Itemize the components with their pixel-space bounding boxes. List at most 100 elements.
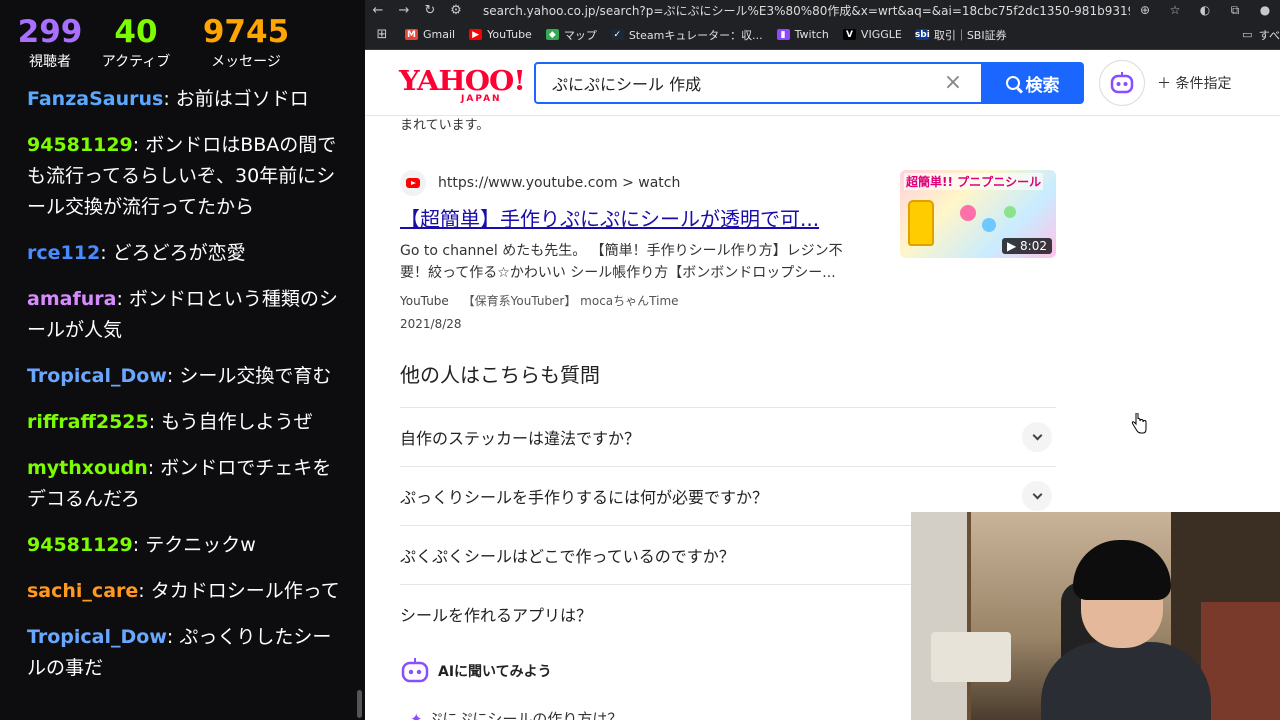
- chat-username[interactable]: 94581129: [27, 534, 133, 556]
- reload-icon[interactable]: ↻: [417, 3, 443, 18]
- active-count: 40: [114, 14, 158, 50]
- search-input[interactable]: [536, 64, 936, 102]
- result-source-name: YouTube: [400, 294, 449, 308]
- clear-icon[interactable]: ×: [938, 68, 968, 98]
- search-box: ×: [534, 62, 984, 104]
- viewers-label: 視聴者: [29, 54, 71, 70]
- chat-username[interactable]: amafura: [27, 288, 116, 310]
- yahoo-header: YAHOO! JAPAN × 検索 ＋ 条件指定: [365, 52, 1280, 116]
- profile-icon[interactable]: ●: [1250, 3, 1280, 17]
- stream-stats: 299 視聴者 40 アクティブ 9745 メッセージ: [0, 0, 365, 92]
- steam-icon: ✓: [610, 29, 624, 40]
- ai-assistant-button[interactable]: [1099, 60, 1145, 106]
- printer: [931, 632, 1011, 682]
- puzzle-icon[interactable]: ⧉: [1220, 3, 1250, 18]
- thumbnail-caption: 超簡単!! プニプニシール: [904, 173, 1044, 190]
- chat-username[interactable]: mythxoudn: [27, 457, 148, 479]
- url-text[interactable]: search.yahoo.co.jp/search?p=ぷにぷにシール%E3%8…: [469, 2, 1130, 19]
- result-url[interactable]: https://www.youtube.com > watch: [438, 175, 680, 191]
- search-icon: [1005, 76, 1020, 90]
- result-channel: 【保育系YouTuber】 mocaちゃんTime: [462, 294, 679, 308]
- chat-text: : どろどろが恋愛: [100, 242, 246, 264]
- filter-button[interactable]: ＋ 条件指定: [1157, 73, 1231, 93]
- bookmark-label: VIGGLE: [860, 28, 902, 41]
- ai-robot-icon: [1110, 72, 1134, 94]
- bookmark-label: Gmail: [423, 28, 456, 41]
- result-title-link[interactable]: 【超簡単】手作りぷにぷにシールが透明で可...: [400, 204, 880, 234]
- paa-question-text: シールを作れるアプリは？: [400, 606, 593, 625]
- youtube-favicon-icon: [400, 170, 426, 196]
- maps-icon: ◆: [545, 29, 559, 40]
- bookmark-label: Steamキュレーター：収...: [628, 28, 763, 42]
- bookmark-label: 取引｜SBI証券: [933, 28, 1007, 42]
- back-icon[interactable]: ←: [365, 3, 391, 18]
- chat-text: : お前はゴソドロ: [163, 88, 309, 110]
- sbi-icon: sbi: [914, 29, 930, 40]
- video-thumbnail[interactable]: 超簡単!! プニプニシール ▶ 8:02: [900, 170, 1056, 258]
- bookmark-list: M Gmail ▶ YouTube ◆ マップ ✓ Steamキュレーター：収... ▮ Twit…: [405, 27, 1021, 43]
- chat-message: riffraff2525: もう自作しようぜ: [0, 407, 350, 438]
- ai-ask-section: AIに聞いてみよう: [400, 656, 552, 686]
- zoom-icon[interactable]: ⊕: [1130, 3, 1160, 17]
- chat-message: mythxoudn: ボンドロでチェキをデコるんだろ: [0, 453, 350, 515]
- chevron-down-icon[interactable]: [1022, 481, 1052, 511]
- messages-count: 9745: [202, 14, 290, 50]
- bookmark-item[interactable]: ▶ YouTube: [469, 28, 532, 41]
- chat-message: FanzaSaurus: お前はゴソドロ: [0, 84, 350, 115]
- extensions-icon[interactable]: ◐: [1190, 3, 1220, 17]
- chat-username[interactable]: Tropical_Dow: [27, 626, 167, 648]
- site-info-icon[interactable]: ⚙: [443, 3, 469, 18]
- yahoo-logo[interactable]: YAHOO! JAPAN: [399, 66, 526, 104]
- bookmark-item[interactable]: ◆ マップ: [545, 27, 597, 43]
- bookmark-label: YouTube: [487, 28, 532, 41]
- paa-title: 他の人はこちらも質問: [400, 363, 600, 387]
- bookmark-star-icon[interactable]: ☆: [1160, 3, 1190, 17]
- chat-scrollbar[interactable]: [357, 690, 362, 718]
- search-results: まれています。 https://www.youtube.com > watch …: [400, 116, 1060, 720]
- messages-stat: 9745 メッセージ: [186, 14, 306, 92]
- forward-icon[interactable]: →: [391, 3, 417, 18]
- folder-icon: ▭: [1242, 28, 1253, 41]
- apps-grid-icon[interactable]: ⊞: [365, 27, 399, 42]
- chat-username[interactable]: sachi_care: [27, 580, 138, 602]
- search-button[interactable]: 検索: [981, 62, 1084, 104]
- all-bookmarks[interactable]: ▭ すべ: [1241, 27, 1280, 43]
- ai-question-text: ぷにぷにシールの作り方は？: [427, 710, 623, 720]
- chat-text: : もう自作しようぜ: [148, 411, 313, 433]
- chat-message: rce112: どろどろが恋愛: [0, 238, 350, 269]
- bookmark-item[interactable]: ✓ Steamキュレーター：収...: [610, 27, 763, 43]
- viewers-count: 299: [17, 14, 83, 50]
- active-stat: 40 アクティブ: [86, 14, 186, 92]
- bookmark-item[interactable]: V VIGGLE: [842, 28, 902, 41]
- previous-result-snippet: まれています。: [400, 118, 490, 133]
- bookmark-label: マップ: [563, 28, 597, 42]
- chat-message: amafura: ボンドロという種類のシールが人気: [0, 284, 350, 346]
- chat-username[interactable]: riffraff2525: [27, 411, 149, 433]
- bookmark-item[interactable]: M Gmail: [405, 28, 455, 41]
- chat-message: 94581129: テクニックw: [0, 530, 350, 561]
- chat-message: Tropical_Dow: シール交換で育む: [0, 361, 350, 392]
- chat-message: sachi_care: タカドロシール作って: [0, 576, 350, 607]
- hand-cursor-icon: [1131, 413, 1147, 434]
- paa-question[interactable]: 自作のステッカーは違法ですか？: [400, 407, 1056, 466]
- chat-username[interactable]: rce112: [27, 242, 100, 264]
- paa-question-text: ぷっくりシールを手作りするには何が必要ですか？: [400, 488, 769, 507]
- plus-icon: ＋: [1157, 76, 1176, 92]
- chat-messages: FanzaSaurus: お前はゴソドロ 94581129: ボンドロはBBAの間…: [0, 84, 350, 699]
- bookmark-item[interactable]: sbi 取引｜SBI証券: [914, 27, 1007, 43]
- search-button-label: 検索: [1025, 75, 1060, 96]
- yahoo-logo-sub: JAPAN: [461, 94, 502, 104]
- all-bookmarks-label: すべ: [1258, 28, 1280, 42]
- twitch-icon: ▮: [776, 29, 790, 40]
- glue-bottle-image: [908, 200, 934, 246]
- chat-username[interactable]: 94581129: [27, 134, 133, 156]
- chat-username[interactable]: FanzaSaurus: [27, 88, 163, 110]
- sliding-door: [911, 512, 971, 720]
- chat-username[interactable]: Tropical_Dow: [27, 365, 167, 387]
- ai-ask-label: AIに聞いてみよう: [438, 664, 552, 680]
- chat-message: Tropical_Dow: ぷっくりしたシールの事だ: [0, 622, 350, 684]
- chat-panel: 299 視聴者 40 アクティブ 9745 メッセージ FanzaSaurus:…: [0, 0, 365, 720]
- chevron-down-icon[interactable]: [1022, 422, 1052, 452]
- ai-suggested-question[interactable]: ✦ ぷにぷにシールの作り方は？: [410, 708, 622, 720]
- bookmark-item[interactable]: ▮ Twitch: [776, 28, 829, 41]
